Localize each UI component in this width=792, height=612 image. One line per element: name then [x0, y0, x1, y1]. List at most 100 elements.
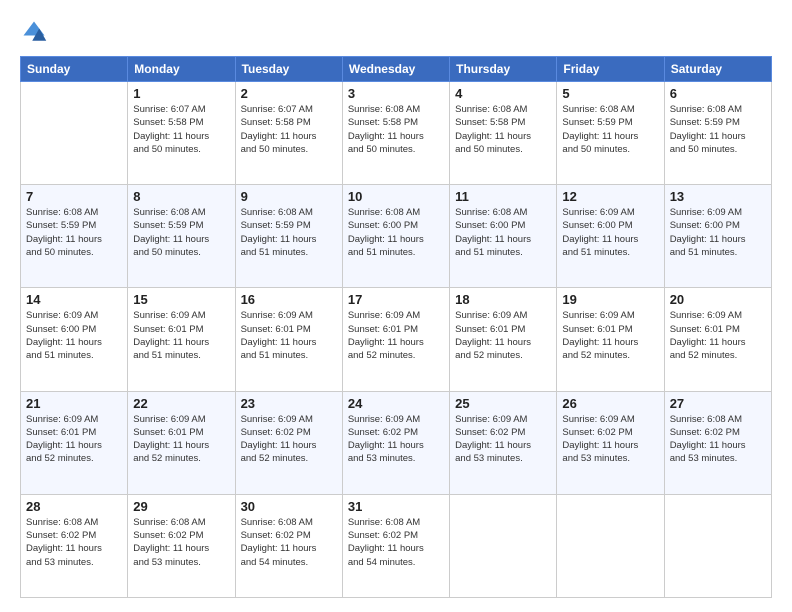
day-number: 20 — [670, 292, 766, 307]
calendar-cell: 19 Sunrise: 6:09 AM Sunset: 6:01 PM Dayli… — [557, 288, 664, 391]
calendar-cell: 13 Sunrise: 6:09 AM Sunset: 6:00 PM Dayli… — [664, 185, 771, 288]
day-number: 1 — [133, 86, 229, 101]
calendar-cell: 20 Sunrise: 6:09 AM Sunset: 6:01 PM Dayli… — [664, 288, 771, 391]
weekday-saturday: Saturday — [664, 57, 771, 82]
day-info: Sunrise: 6:08 AM Sunset: 5:59 PM Dayligh… — [241, 206, 337, 259]
calendar-cell: 25 Sunrise: 6:09 AM Sunset: 6:02 PM Dayli… — [450, 391, 557, 494]
day-number: 9 — [241, 189, 337, 204]
calendar-cell: 29 Sunrise: 6:08 AM Sunset: 6:02 PM Dayli… — [128, 494, 235, 597]
day-number: 6 — [670, 86, 766, 101]
calendar-cell: 30 Sunrise: 6:08 AM Sunset: 6:02 PM Dayli… — [235, 494, 342, 597]
calendar-cell — [664, 494, 771, 597]
week-row-2: 7 Sunrise: 6:08 AM Sunset: 5:59 PM Daylig… — [21, 185, 772, 288]
day-info: Sunrise: 6:08 AM Sunset: 6:02 PM Dayligh… — [348, 516, 444, 569]
day-number: 7 — [26, 189, 122, 204]
calendar-cell: 6 Sunrise: 6:08 AM Sunset: 5:59 PM Daylig… — [664, 82, 771, 185]
day-info: Sunrise: 6:09 AM Sunset: 6:01 PM Dayligh… — [455, 309, 551, 362]
day-info: Sunrise: 6:09 AM Sunset: 6:01 PM Dayligh… — [133, 413, 229, 466]
day-info: Sunrise: 6:09 AM Sunset: 6:02 PM Dayligh… — [455, 413, 551, 466]
day-info: Sunrise: 6:09 AM Sunset: 6:00 PM Dayligh… — [562, 206, 658, 259]
weekday-sunday: Sunday — [21, 57, 128, 82]
day-info: Sunrise: 6:08 AM Sunset: 5:58 PM Dayligh… — [455, 103, 551, 156]
day-number: 13 — [670, 189, 766, 204]
calendar-cell: 12 Sunrise: 6:09 AM Sunset: 6:00 PM Dayli… — [557, 185, 664, 288]
day-info: Sunrise: 6:08 AM Sunset: 5:59 PM Dayligh… — [133, 206, 229, 259]
day-number: 31 — [348, 499, 444, 514]
day-info: Sunrise: 6:09 AM Sunset: 6:02 PM Dayligh… — [348, 413, 444, 466]
day-info: Sunrise: 6:07 AM Sunset: 5:58 PM Dayligh… — [241, 103, 337, 156]
day-number: 21 — [26, 396, 122, 411]
day-number: 18 — [455, 292, 551, 307]
logo-icon — [20, 18, 48, 46]
calendar-cell — [557, 494, 664, 597]
weekday-thursday: Thursday — [450, 57, 557, 82]
day-number: 25 — [455, 396, 551, 411]
weekday-tuesday: Tuesday — [235, 57, 342, 82]
day-number: 2 — [241, 86, 337, 101]
day-number: 26 — [562, 396, 658, 411]
calendar-cell: 28 Sunrise: 6:08 AM Sunset: 6:02 PM Dayli… — [21, 494, 128, 597]
calendar-cell: 4 Sunrise: 6:08 AM Sunset: 5:58 PM Daylig… — [450, 82, 557, 185]
calendar-cell: 11 Sunrise: 6:08 AM Sunset: 6:00 PM Dayli… — [450, 185, 557, 288]
week-row-4: 21 Sunrise: 6:09 AM Sunset: 6:01 PM Dayli… — [21, 391, 772, 494]
day-info: Sunrise: 6:08 AM Sunset: 6:00 PM Dayligh… — [455, 206, 551, 259]
day-number: 19 — [562, 292, 658, 307]
day-number: 29 — [133, 499, 229, 514]
day-number: 22 — [133, 396, 229, 411]
day-info: Sunrise: 6:09 AM Sunset: 6:01 PM Dayligh… — [670, 309, 766, 362]
day-number: 4 — [455, 86, 551, 101]
calendar-cell: 7 Sunrise: 6:08 AM Sunset: 5:59 PM Daylig… — [21, 185, 128, 288]
calendar-cell: 15 Sunrise: 6:09 AM Sunset: 6:01 PM Dayli… — [128, 288, 235, 391]
day-info: Sunrise: 6:08 AM Sunset: 6:02 PM Dayligh… — [241, 516, 337, 569]
day-info: Sunrise: 6:08 AM Sunset: 6:02 PM Dayligh… — [26, 516, 122, 569]
day-number: 27 — [670, 396, 766, 411]
day-number: 11 — [455, 189, 551, 204]
calendar-cell: 26 Sunrise: 6:09 AM Sunset: 6:02 PM Dayli… — [557, 391, 664, 494]
day-info: Sunrise: 6:09 AM Sunset: 6:00 PM Dayligh… — [670, 206, 766, 259]
day-number: 15 — [133, 292, 229, 307]
weekday-friday: Friday — [557, 57, 664, 82]
day-number: 30 — [241, 499, 337, 514]
day-info: Sunrise: 6:08 AM Sunset: 5:59 PM Dayligh… — [670, 103, 766, 156]
calendar-cell: 17Sunrise: 6:09 AM Sunset: 6:01 PM Dayli… — [342, 288, 449, 391]
calendar-cell: 5Sunrise: 6:08 AM Sunset: 5:59 PM Daylig… — [557, 82, 664, 185]
day-number: 28 — [26, 499, 122, 514]
day-info: Sunrise: 6:07 AM Sunset: 5:58 PM Dayligh… — [133, 103, 229, 156]
day-info: Sunrise: 6:09 AM Sunset: 6:02 PM Dayligh… — [562, 413, 658, 466]
day-info: Sunrise: 6:08 AM Sunset: 5:59 PM Dayligh… — [26, 206, 122, 259]
day-number: 8 — [133, 189, 229, 204]
day-number: 12 — [562, 189, 658, 204]
calendar-cell: 18 Sunrise: 6:09 AM Sunset: 6:01 PM Dayli… — [450, 288, 557, 391]
calendar-cell: 9 Sunrise: 6:08 AM Sunset: 5:59 PM Daylig… — [235, 185, 342, 288]
day-info: Sunrise: 6:08 AM Sunset: 6:02 PM Dayligh… — [133, 516, 229, 569]
day-number: 23 — [241, 396, 337, 411]
calendar-cell: 23Sunrise: 6:09 AM Sunset: 6:02 PM Dayli… — [235, 391, 342, 494]
day-info: Sunrise: 6:09 AM Sunset: 6:01 PM Dayligh… — [241, 309, 337, 362]
week-row-1: 1 Sunrise: 6:07 AM Sunset: 5:58 PM Daylig… — [21, 82, 772, 185]
day-number: 24 — [348, 396, 444, 411]
day-number: 5 — [562, 86, 658, 101]
weekday-wednesday: Wednesday — [342, 57, 449, 82]
calendar-cell — [450, 494, 557, 597]
calendar-cell: 10Sunrise: 6:08 AM Sunset: 6:00 PM Dayli… — [342, 185, 449, 288]
day-number: 16 — [241, 292, 337, 307]
calendar-cell: 8 Sunrise: 6:08 AM Sunset: 5:59 PM Daylig… — [128, 185, 235, 288]
day-info: Sunrise: 6:08 AM Sunset: 5:58 PM Dayligh… — [348, 103, 444, 156]
calendar-cell: 3 Sunrise: 6:08 AM Sunset: 5:58 PM Daylig… — [342, 82, 449, 185]
calendar-cell: 16 Sunrise: 6:09 AM Sunset: 6:01 PM Dayli… — [235, 288, 342, 391]
day-info: Sunrise: 6:08 AM Sunset: 6:02 PM Dayligh… — [670, 413, 766, 466]
header — [20, 18, 772, 46]
page: SundayMondayTuesdayWednesdayThursdayFrid… — [0, 0, 792, 612]
logo — [20, 18, 52, 46]
calendar-cell: 21 Sunrise: 6:09 AM Sunset: 6:01 PM Dayli… — [21, 391, 128, 494]
day-info: Sunrise: 6:09 AM Sunset: 6:00 PM Dayligh… — [26, 309, 122, 362]
day-number: 3 — [348, 86, 444, 101]
day-info: Sunrise: 6:09 AM Sunset: 6:01 PM Dayligh… — [133, 309, 229, 362]
calendar-cell: 24 Sunrise: 6:09 AM Sunset: 6:02 PM Dayli… — [342, 391, 449, 494]
day-info: Sunrise: 6:09 AM Sunset: 6:01 PM Dayligh… — [562, 309, 658, 362]
calendar-table: SundayMondayTuesdayWednesdayThursdayFrid… — [20, 56, 772, 598]
calendar-cell: 31 Sunrise: 6:08 AM Sunset: 6:02 PM Dayli… — [342, 494, 449, 597]
calendar-cell: 2 Sunrise: 6:07 AM Sunset: 5:58 PM Daylig… — [235, 82, 342, 185]
calendar-cell — [21, 82, 128, 185]
day-info: Sunrise: 6:09 AM Sunset: 6:01 PM Dayligh… — [26, 413, 122, 466]
